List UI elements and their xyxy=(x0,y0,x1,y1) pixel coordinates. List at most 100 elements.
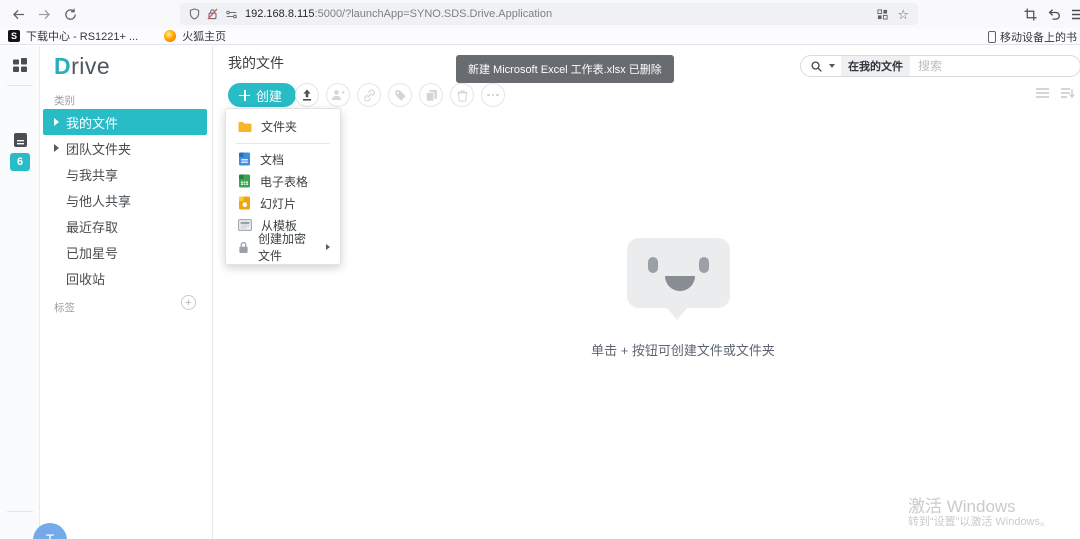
share-button[interactable] xyxy=(326,83,350,107)
copy-button[interactable] xyxy=(419,83,443,107)
empty-state-hint: 单击 + 按钮可创建文件或文件夹 xyxy=(591,343,775,358)
category-section-label: 类别 xyxy=(54,95,75,107)
notification-badge[interactable]: 6 xyxy=(10,153,30,171)
slides-icon xyxy=(238,196,251,210)
submenu-arrow-icon xyxy=(326,244,330,250)
search-input[interactable] xyxy=(916,58,1050,74)
rail-divider xyxy=(7,85,33,86)
mobile-bookmarks[interactable]: 移动设备上的书 xyxy=(988,28,1077,45)
spreadsheet-icon xyxy=(238,174,251,188)
rail-bottom-divider xyxy=(7,511,33,512)
apps-grid-icon xyxy=(12,57,28,73)
crop-icon xyxy=(1023,7,1037,21)
screenshot-button[interactable] xyxy=(1020,4,1040,24)
label-button[interactable] xyxy=(388,83,412,107)
search-bar[interactable]: 在我的文件 xyxy=(800,55,1080,77)
delete-button[interactable] xyxy=(450,83,474,107)
bookmarks-bar: S 下载中心 - RS1221+ ... 火狐主页 移动设备上的书 xyxy=(0,28,1080,45)
back-icon xyxy=(12,9,25,20)
app-rail: 6 xyxy=(0,46,40,539)
document-icon xyxy=(238,152,251,166)
sidebar-item-my-files[interactable]: 我的文件 xyxy=(43,109,207,135)
menu-item-document[interactable]: 文档 xyxy=(226,148,340,170)
search-icon xyxy=(810,60,823,73)
insecure-lock-icon[interactable] xyxy=(207,8,218,20)
sidebar-item-recycle-bin[interactable]: 回收站 xyxy=(43,265,207,291)
windows-activation-watermark-sub: 转到“设置”以激活 Windows。 xyxy=(908,516,1052,528)
expand-arrow-icon[interactable] xyxy=(54,144,59,152)
drive-logo: Drive xyxy=(54,53,111,79)
undo-close-button[interactable] xyxy=(1044,4,1064,24)
phone-icon xyxy=(988,30,996,43)
url-bar[interactable]: 192.168.8.115:5000/?launchApp=SYNO.SDS.D… xyxy=(180,3,918,25)
synology-favicon: S xyxy=(8,30,20,42)
add-person-icon xyxy=(331,89,345,101)
main-content: 我的文件 创建 新建 Microsoft Excel 工作表.xlsx 已删除 … xyxy=(213,46,1080,539)
sort-icon[interactable] xyxy=(1060,87,1075,99)
view-controls xyxy=(1035,87,1075,99)
bookmark-firefox-home[interactable]: 火狐主页 xyxy=(182,28,226,44)
document-app-icon xyxy=(13,132,28,148)
extension-icon[interactable] xyxy=(877,8,888,20)
browser-menu-button[interactable] xyxy=(1068,4,1080,24)
firefox-icon xyxy=(164,30,177,42)
sidebar-item-team-folder[interactable]: 团队文件夹 xyxy=(43,135,207,161)
sidebar-item-recent[interactable]: 最近存取 xyxy=(43,213,207,239)
browser-toolbar: 192.168.8.115:5000/?launchApp=SYNO.SDS.D… xyxy=(0,0,1080,28)
more-actions-button[interactable] xyxy=(481,83,505,107)
list-view-icon[interactable] xyxy=(1035,87,1050,99)
template-icon xyxy=(238,219,252,231)
hamburger-icon xyxy=(1071,9,1080,20)
tag-icon xyxy=(394,89,407,102)
forward-button[interactable] xyxy=(34,4,54,24)
link-icon xyxy=(363,89,376,102)
sidebar-item-shared-with-me[interactable]: 与我共享 xyxy=(43,161,207,187)
sidebar: Drive 类别 我的文件 团队文件夹 与我共享 与他人共享 最近存取 已加星号… xyxy=(40,46,213,539)
undo-arrow-icon xyxy=(1047,8,1061,20)
menu-item-folder[interactable]: 文件夹 xyxy=(226,114,340,139)
empty-state-illustration xyxy=(627,238,730,320)
url-path: :5000/?launchApp=SYNO.SDS.Drive.Applicat… xyxy=(314,8,553,20)
search-scope-chip[interactable]: 在我的文件 xyxy=(841,56,910,76)
sidebar-item-shared-with-others[interactable]: 与他人共享 xyxy=(43,187,207,213)
smiley-right-eye xyxy=(699,257,709,273)
document-app-button[interactable] xyxy=(10,130,30,150)
reload-icon xyxy=(64,8,77,21)
bookmark-download-center[interactable]: 下载中心 - RS1221+ ... xyxy=(26,28,138,44)
tags-section-label: 标签 xyxy=(54,302,75,314)
add-tag-button[interactable]: + xyxy=(181,295,196,310)
url-text: 192.168.8.115:5000/?launchApp=SYNO.SDS.D… xyxy=(245,8,552,20)
forward-icon xyxy=(38,9,51,20)
search-scope-caret-icon[interactable] xyxy=(829,64,835,68)
create-menu: 文件夹 文档 电子表格 幻灯片 从模板 创建加密文件 xyxy=(225,108,341,265)
upload-icon xyxy=(301,89,313,101)
link-button[interactable] xyxy=(357,83,381,107)
port-indicator-icon xyxy=(225,10,238,19)
toast-notification: 新建 Microsoft Excel 工作表.xlsx 已删除 xyxy=(456,55,674,83)
tracking-shield-icon[interactable] xyxy=(189,8,200,20)
trash-icon xyxy=(456,89,469,102)
menu-divider xyxy=(236,143,330,144)
sidebar-item-starred[interactable]: 已加星号 xyxy=(43,239,207,265)
bubble-tail xyxy=(667,308,687,320)
menu-item-encrypted-file[interactable]: 创建加密文件 xyxy=(226,232,340,263)
upload-button[interactable] xyxy=(295,83,319,107)
url-host: 192.168.8.115 xyxy=(245,8,315,20)
apps-grid-button[interactable] xyxy=(10,55,30,75)
plus-icon xyxy=(239,89,250,101)
folder-icon xyxy=(238,121,252,133)
page-title: 我的文件 xyxy=(228,55,284,71)
smiley-mouth xyxy=(665,276,695,291)
back-button[interactable] xyxy=(8,4,28,24)
reload-button[interactable] xyxy=(60,4,80,24)
bookmark-star-icon[interactable]: ☆ xyxy=(897,8,909,21)
expand-arrow-icon[interactable] xyxy=(54,118,59,126)
menu-item-spreadsheet[interactable]: 电子表格 xyxy=(226,170,340,192)
copy-icon xyxy=(425,89,438,102)
create-button[interactable]: 创建 xyxy=(228,83,297,107)
menu-item-slides[interactable]: 幻灯片 xyxy=(226,192,340,214)
lock-icon xyxy=(238,241,249,254)
smiley-left-eye xyxy=(648,257,658,273)
ellipsis-icon xyxy=(487,93,499,97)
screen: 192.168.8.115:5000/?launchApp=SYNO.SDS.D… xyxy=(0,0,1080,539)
